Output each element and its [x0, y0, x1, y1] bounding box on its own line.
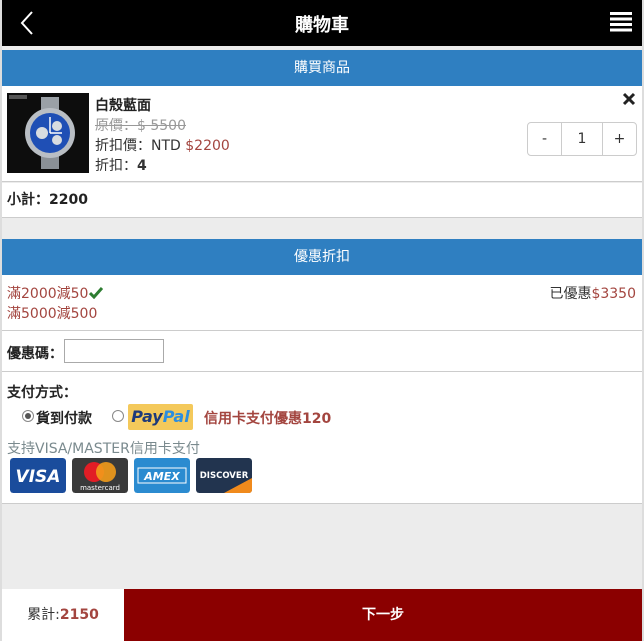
product-name: 白殼藍面 — [95, 98, 151, 114]
paypal-promo: 信用卡支付優惠120 — [204, 411, 332, 427]
mastercard-icon: mastercard — [72, 458, 128, 493]
card-support-note: 支持VISA/MASTER信用卡支付 — [7, 441, 200, 457]
quantity-value[interactable]: 1 — [561, 123, 603, 155]
saved-amount: 已優惠$3350 — [549, 286, 636, 302]
quantity-stepper: - 1 + — [527, 122, 637, 156]
payment-label: 支付方式： — [7, 385, 77, 401]
increase-quantity-button[interactable]: + — [603, 123, 636, 155]
svg-text:mastercard: mastercard — [80, 484, 120, 492]
discount-rate-value: 4 — [137, 158, 147, 174]
discover-icon: DISCOVER — [196, 458, 252, 493]
discount-rate-line: 折扣：4 — [95, 155, 147, 175]
next-step-button[interactable]: 下一步 — [124, 589, 642, 641]
remove-item-icon[interactable] — [622, 92, 636, 106]
list-menu-icon[interactable] — [610, 12, 632, 32]
paypal-logo[interactable]: PayPal — [128, 404, 193, 430]
coupon-row: 優惠碼： — [2, 331, 642, 372]
cod-label: 貨到付款 — [36, 411, 92, 427]
svg-text:DISCOVER: DISCOVER — [200, 471, 249, 481]
coupon-label: 優惠碼： — [7, 346, 63, 362]
cod-radio[interactable] — [22, 410, 34, 422]
original-price: 原價：$ 5500 — [95, 118, 186, 134]
amex-icon: AMEX — [134, 458, 190, 493]
page-title: 購物車 — [295, 15, 349, 36]
discount-price-line: 折扣價：NTD $2200 — [95, 135, 230, 155]
cart-section-header: 購買商品 — [2, 50, 642, 86]
product-thumbnail[interactable] — [7, 93, 89, 173]
discount-rule: 滿5000減500 — [7, 306, 98, 322]
top-bar: 購物車 — [2, 0, 642, 46]
decrease-quantity-button[interactable]: - — [528, 123, 561, 155]
coupon-input[interactable] — [64, 339, 164, 363]
check-icon — [89, 287, 104, 299]
payment-section: 支付方式： 貨到付款 PayPal 信用卡支付優惠120 支持VISA/MAST… — [2, 372, 642, 504]
subtotal: 小計：2200 — [2, 183, 642, 218]
cart-page: 購物車 購買商品 白殼藍面 原價：$ 5500 折扣價：NTD $2200 折扣… — [0, 0, 644, 641]
svg-text:AMEX: AMEX — [143, 470, 180, 483]
discount-section-header: 優惠折扣 — [2, 239, 642, 275]
card-logos: VISA mastercard AMEX DISCOVER — [10, 458, 252, 493]
cart-total: 累計:2150 — [2, 589, 124, 641]
paypal-radio[interactable] — [112, 410, 124, 422]
discount-price-label: 折扣價：NTD — [95, 138, 186, 154]
discount-rule: 滿2000減50 — [7, 283, 104, 303]
cart-item: 白殼藍面 原價：$ 5500 折扣價：NTD $2200 折扣：4 - 1 + — [2, 86, 642, 182]
discount-price-value: $2200 — [185, 138, 230, 154]
visa-icon: VISA — [10, 458, 66, 493]
svg-text:VISA: VISA — [16, 467, 61, 487]
discount-rules: 滿2000減50 滿5000減500 已優惠$3350 — [2, 275, 642, 331]
discount-rate-label: 折扣： — [95, 158, 137, 174]
